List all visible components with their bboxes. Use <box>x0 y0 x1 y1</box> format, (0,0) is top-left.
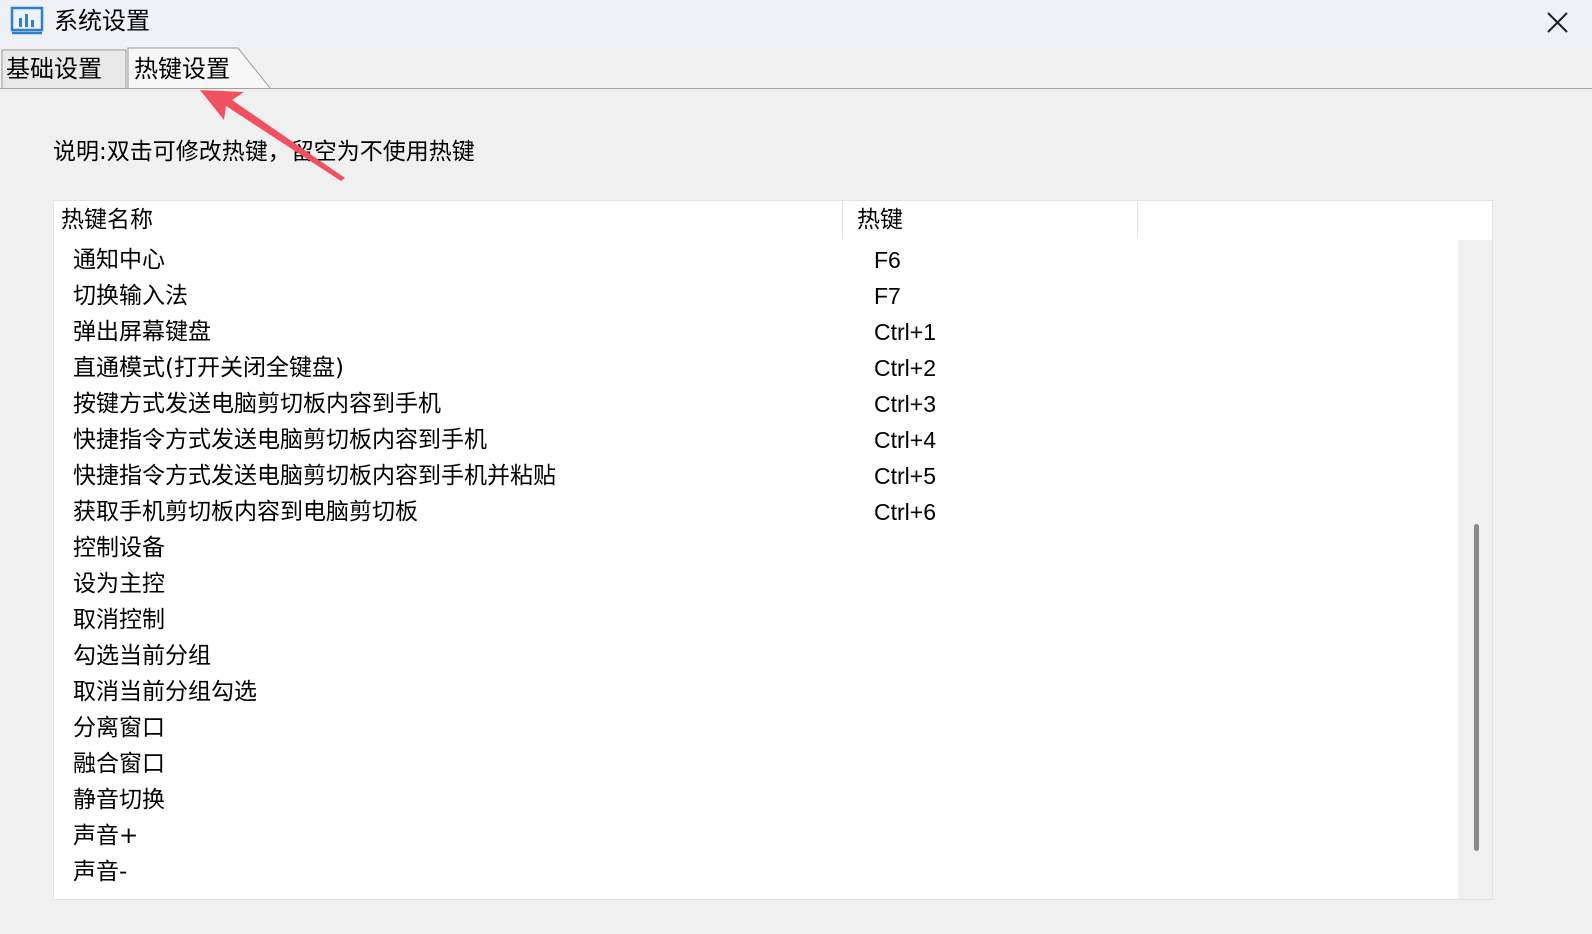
hotkey-name: 取消控制 <box>73 607 165 633</box>
table-row[interactable]: 获取手机剪切板内容到电脑剪切板 Ctrl+6 <box>54 494 1458 530</box>
table-row[interactable]: 声音+ <box>54 818 1458 854</box>
tab-basic-settings[interactable]: 基础设置 <box>6 52 102 86</box>
close-icon[interactable] <box>1538 4 1578 42</box>
table-row[interactable]: 切换输入法 F7 <box>54 278 1458 314</box>
hotkey-list[interactable]: 热键名称 热键 通知中心 F6 切换输入法 F7 弹出屏幕键盘 Ctrl+1 直通模式(打开… <box>53 200 1493 900</box>
scrollbar-thumb[interactable] <box>1474 524 1479 851</box>
hotkey-name: 通知中心 <box>73 247 165 273</box>
window-title: 系统设置 <box>54 7 150 35</box>
table-row[interactable]: 弹出屏幕键盘 Ctrl+1 <box>54 314 1458 350</box>
chart-icon <box>10 6 44 35</box>
column-header-name[interactable]: 热键名称 <box>61 201 153 239</box>
table-row[interactable]: 声音- <box>54 854 1458 890</box>
hotkey-name: 融合窗口 <box>73 751 165 777</box>
table-row[interactable]: 取消控制 <box>54 602 1458 638</box>
table-row[interactable]: 直通模式(打开关闭全键盘) Ctrl+2 <box>54 350 1458 386</box>
hotkey-name: 快捷指令方式发送电脑剪切板内容到手机 <box>73 427 487 453</box>
column-divider[interactable] <box>1137 201 1138 239</box>
tab-divider <box>0 88 1592 89</box>
hotkey-name: 控制设备 <box>73 535 165 561</box>
column-divider[interactable] <box>842 201 843 239</box>
table-row[interactable]: 取消当前分组勾选 <box>54 674 1458 710</box>
table-row[interactable]: 按键方式发送电脑剪切板内容到手机 Ctrl+3 <box>54 386 1458 422</box>
hotkey-name: 取消当前分组勾选 <box>73 679 257 705</box>
hotkey-value: Ctrl+2 <box>874 355 936 381</box>
hotkey-value: Ctrl+5 <box>874 463 936 489</box>
table-row[interactable]: 通知中心 F6 <box>54 242 1458 278</box>
table-row[interactable]: 勾选当前分组 <box>54 638 1458 674</box>
hotkey-name: 分离窗口 <box>73 715 165 741</box>
hotkey-name: 按键方式发送电脑剪切板内容到手机 <box>73 391 441 417</box>
hotkey-rows: 通知中心 F6 切换输入法 F7 弹出屏幕键盘 Ctrl+1 直通模式(打开关闭全键盘) Ct… <box>54 242 1458 890</box>
hotkey-name: 勾选当前分组 <box>73 643 211 669</box>
table-row[interactable]: 快捷指令方式发送电脑剪切板内容到手机并粘贴 Ctrl+5 <box>54 458 1458 494</box>
table-row[interactable]: 快捷指令方式发送电脑剪切板内容到手机 Ctrl+4 <box>54 422 1458 458</box>
table-row[interactable]: 融合窗口 <box>54 746 1458 782</box>
table-row[interactable]: 设为主控 <box>54 566 1458 602</box>
vertical-scrollbar[interactable] <box>1458 240 1492 899</box>
table-row[interactable]: 控制设备 <box>54 530 1458 566</box>
hotkey-name: 弹出屏幕键盘 <box>73 319 211 345</box>
hotkey-value: Ctrl+1 <box>874 319 936 345</box>
column-header-hotkey[interactable]: 热键 <box>857 201 903 239</box>
hotkey-name: 设为主控 <box>73 571 165 597</box>
table-row[interactable]: 静音切换 <box>54 782 1458 818</box>
hotkey-name: 声音- <box>73 859 128 885</box>
hotkey-value: Ctrl+3 <box>874 391 936 417</box>
tab-hotkey-settings[interactable]: 热键设置 <box>134 52 230 86</box>
description-text: 说明:双击可修改热键，留空为不使用热键 <box>53 139 475 165</box>
hotkey-name: 直通模式(打开关闭全键盘) <box>73 355 344 381</box>
hotkey-name: 静音切换 <box>73 787 165 813</box>
hotkey-name: 获取手机剪切板内容到电脑剪切板 <box>73 499 418 525</box>
table-row[interactable]: 分离窗口 <box>54 710 1458 746</box>
hotkey-value: F7 <box>874 283 901 309</box>
hotkey-name: 切换输入法 <box>73 283 188 309</box>
hotkey-value: Ctrl+6 <box>874 499 936 525</box>
title-bar: 系统设置 <box>0 0 1592 46</box>
hotkey-value: Ctrl+4 <box>874 427 936 453</box>
hotkey-value: F6 <box>874 247 901 273</box>
hotkey-name: 声音+ <box>73 823 139 849</box>
hotkey-name: 快捷指令方式发送电脑剪切板内容到手机并粘贴 <box>73 463 556 489</box>
